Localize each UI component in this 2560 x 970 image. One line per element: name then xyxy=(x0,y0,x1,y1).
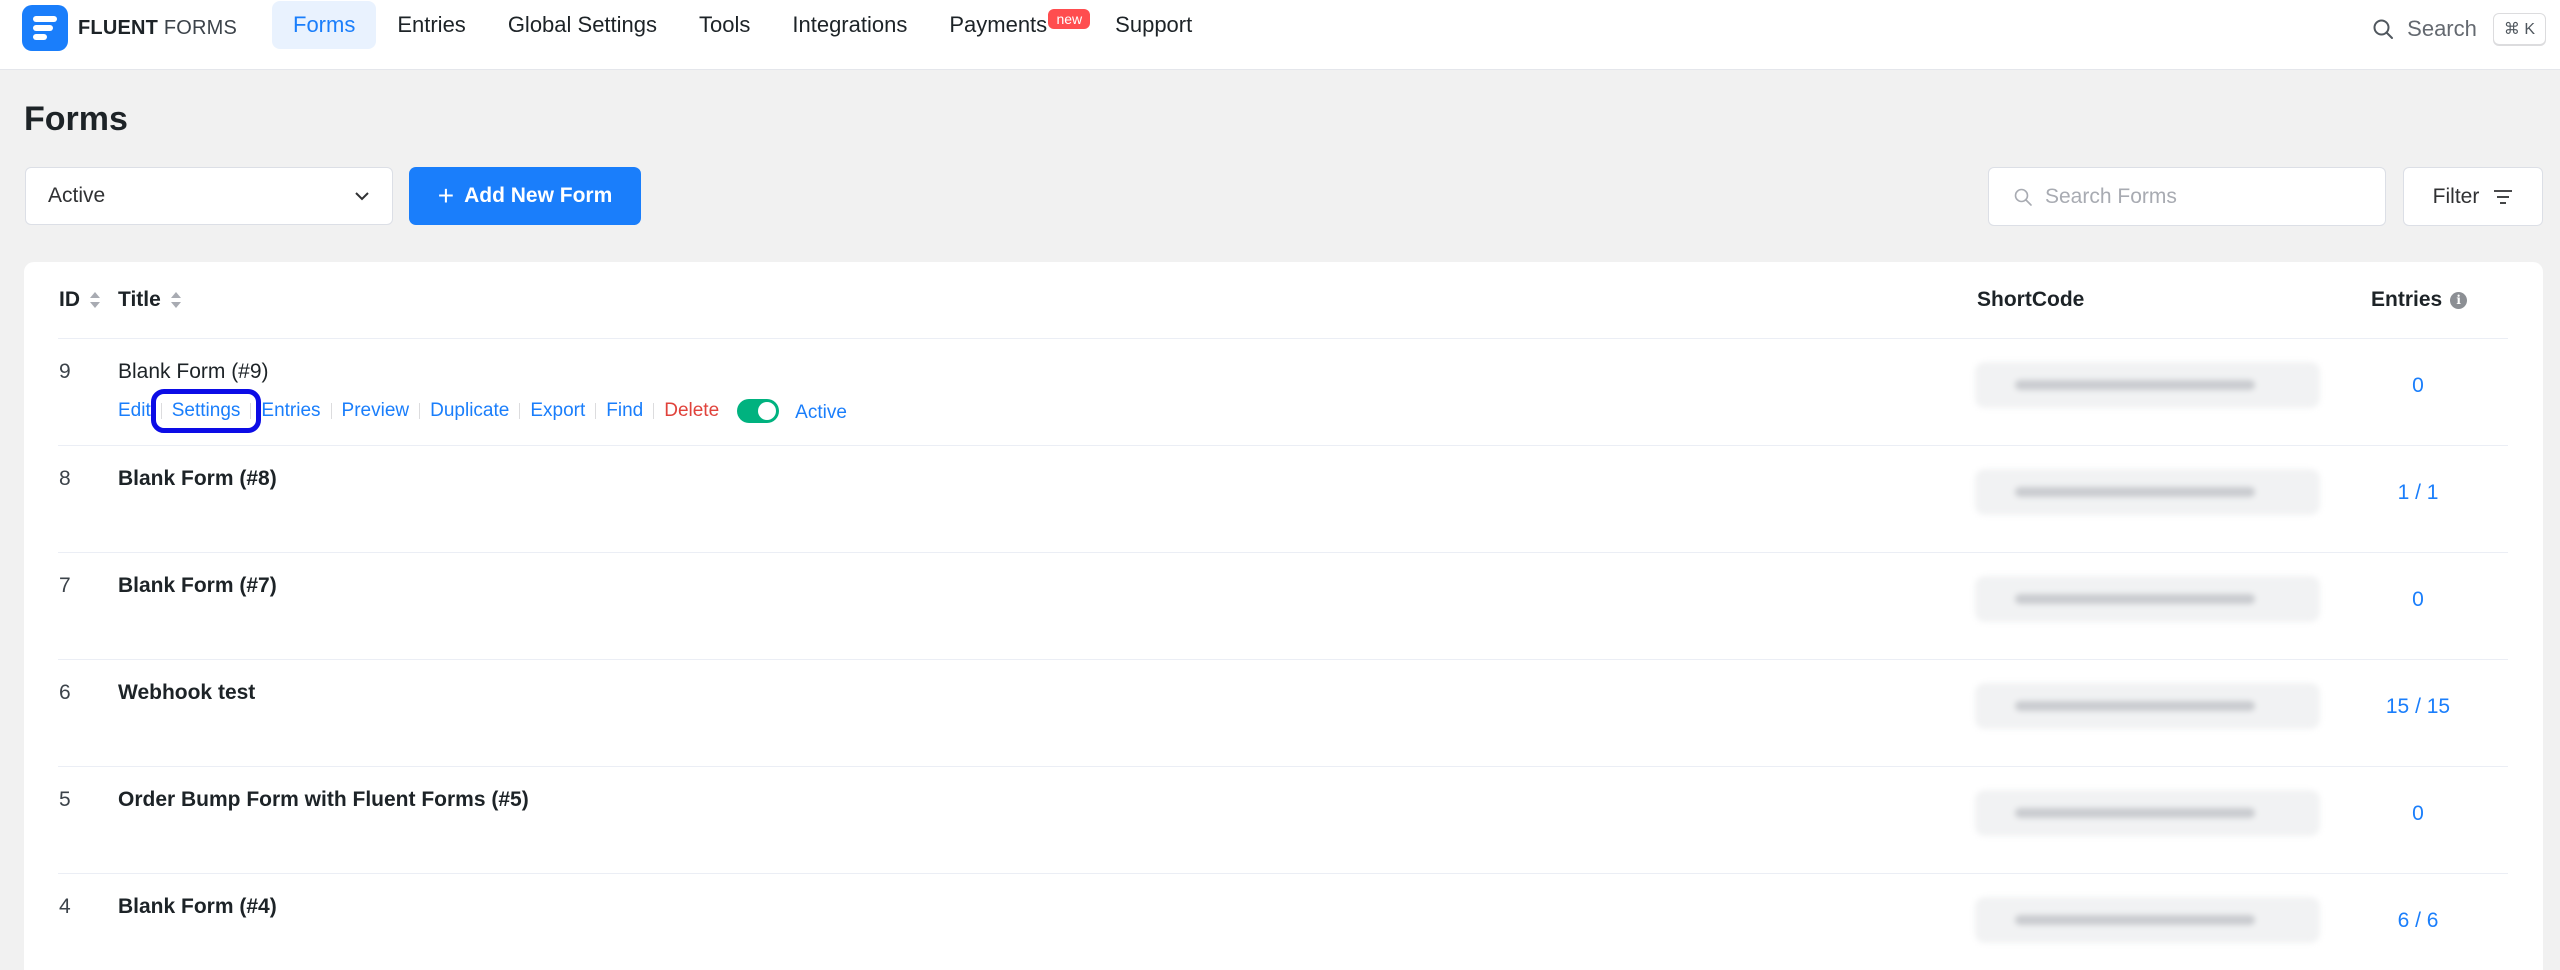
column-header-entries-label: Entries xyxy=(2371,288,2443,311)
column-header-shortcode-label: ShortCode xyxy=(1977,288,2085,311)
filter-label: Filter xyxy=(2432,184,2480,208)
entries-count[interactable]: 0 xyxy=(2318,802,2518,826)
filter-button[interactable]: Filter xyxy=(2403,167,2543,226)
form-id: 4 xyxy=(59,895,71,918)
nav-item-entries[interactable]: Entries xyxy=(376,1,486,49)
search-forms-input[interactable]: Search Forms xyxy=(1988,167,2386,226)
form-title[interactable]: Blank Form (#8) xyxy=(118,467,277,491)
sort-icon[interactable] xyxy=(90,291,100,309)
form-title[interactable]: Blank Form (#7) xyxy=(118,574,277,598)
duplicate-link[interactable]: Duplicate xyxy=(420,400,519,422)
column-header-title[interactable]: Title xyxy=(118,288,181,312)
nav-item-global-settings[interactable]: Global Settings xyxy=(487,1,678,49)
row-actions: Edit Settings Entries Preview Duplicate … xyxy=(118,389,847,433)
entries-count[interactable]: 6 / 6 xyxy=(2318,909,2518,933)
column-header-entries: Entries i xyxy=(2371,288,2468,312)
table-row[interactable]: 4 Blank Form (#4) 6 / 6 xyxy=(0,873,2560,970)
search-icon xyxy=(2373,19,2394,39)
form-id: 7 xyxy=(59,574,71,597)
column-header-title-label: Title xyxy=(118,288,161,311)
keyboard-shortcut: ⌘ K xyxy=(2492,13,2546,45)
form-title[interactable]: Blank Form (#9) xyxy=(118,360,269,384)
global-search-label: Search xyxy=(2407,16,2477,41)
fluent-forms-logo[interactable]: FLUENT FORMS xyxy=(22,5,237,51)
search-icon xyxy=(2014,188,2032,206)
chevron-down-icon xyxy=(355,192,369,201)
entries-count[interactable]: 0 xyxy=(2318,588,2518,612)
new-badge: new xyxy=(1048,9,1091,29)
shortcode-blurred[interactable] xyxy=(1975,897,2320,943)
nav-item-integrations[interactable]: Integrations xyxy=(771,1,928,49)
page-title: Forms xyxy=(24,100,128,138)
main-nav: Forms Entries Global Settings Tools Inte… xyxy=(272,0,1213,50)
entries-count[interactable]: 15 / 15 xyxy=(2318,695,2518,719)
find-link[interactable]: Find xyxy=(596,400,653,422)
export-link[interactable]: Export xyxy=(520,400,595,422)
shortcode-blurred[interactable] xyxy=(1975,469,2320,515)
nav-item-forms[interactable]: Forms xyxy=(272,1,377,49)
shortcode-blurred[interactable] xyxy=(1975,683,2320,729)
form-id: 5 xyxy=(59,788,71,811)
table-row[interactable]: 9 Blank Form (#9) Edit Settings Entries … xyxy=(0,338,2560,445)
nav-item-tools[interactable]: Tools xyxy=(678,1,771,49)
table-row[interactable]: 8 Blank Form (#8) 1 / 1 xyxy=(0,445,2560,552)
info-icon[interactable]: i xyxy=(2450,291,2468,309)
add-new-form-label: Add New Form xyxy=(464,184,613,207)
sort-icon[interactable] xyxy=(170,291,181,309)
entries-count[interactable]: 1 / 1 xyxy=(2318,481,2518,505)
status-toggle[interactable] xyxy=(737,399,780,423)
status-filter-select[interactable]: Active xyxy=(25,167,393,225)
form-title[interactable]: Order Bump Form with Fluent Forms (#5) xyxy=(118,788,529,812)
column-header-id-label: ID xyxy=(59,288,80,311)
add-new-form-button[interactable]: + Add New Form xyxy=(409,167,641,225)
form-id: 8 xyxy=(59,467,71,490)
nav-item-payments[interactable]: Payments new xyxy=(928,1,1091,49)
nav-item-support[interactable]: Support xyxy=(1094,1,1213,49)
plus-icon: + xyxy=(437,180,455,211)
shortcode-blurred[interactable] xyxy=(1975,790,2320,836)
fluent-forms-logo-icon xyxy=(22,5,68,51)
edit-link[interactable]: Edit xyxy=(118,400,161,422)
form-id: 9 xyxy=(59,360,71,383)
shortcode-blurred[interactable] xyxy=(1975,362,2320,408)
column-header-shortcode: ShortCode xyxy=(1977,288,2084,312)
column-header-id[interactable]: ID xyxy=(59,288,100,312)
shortcode-blurred[interactable] xyxy=(1975,576,2320,622)
logo-text: FLUENT FORMS xyxy=(78,16,238,39)
settings-link[interactable]: Settings xyxy=(150,389,262,433)
status-toggle-label: Active xyxy=(795,402,847,423)
table-row[interactable]: 5 Order Bump Form with Fluent Forms (#5)… xyxy=(0,766,2560,873)
form-title[interactable]: Blank Form (#4) xyxy=(118,895,277,919)
filter-icon xyxy=(2494,189,2513,204)
entries-link[interactable]: Entries xyxy=(251,400,330,422)
form-title[interactable]: Webhook test xyxy=(118,681,255,705)
search-forms-placeholder: Search Forms xyxy=(2045,184,2177,208)
top-navbar: FLUENT FORMS Forms Entries Global Settin… xyxy=(0,0,2560,70)
entries-count[interactable]: 0 xyxy=(2318,374,2518,398)
table-row[interactable]: 6 Webhook test 15 / 15 xyxy=(0,659,2560,766)
status-filter-value: Active xyxy=(48,184,106,207)
preview-link[interactable]: Preview xyxy=(332,400,420,422)
form-id: 6 xyxy=(59,681,71,704)
global-search[interactable]: Search ⌘ K xyxy=(2371,12,2546,46)
nav-item-payments-label: Payments xyxy=(949,12,1048,37)
delete-link[interactable]: Delete xyxy=(654,400,729,422)
table-row[interactable]: 7 Blank Form (#7) 0 xyxy=(0,552,2560,659)
